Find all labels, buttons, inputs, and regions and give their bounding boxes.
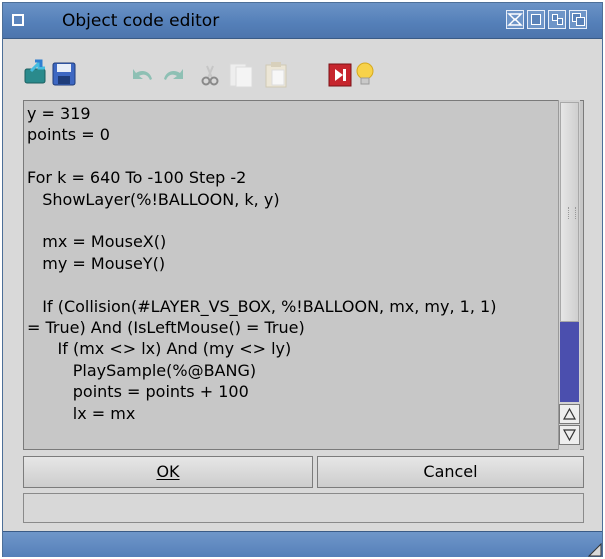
code-line[interactable]: PlaySample(%@BANG) xyxy=(27,360,565,381)
run-icon[interactable] xyxy=(328,63,352,87)
code-line[interactable]: = True) And (IsLeftMouse() = True) xyxy=(27,317,565,338)
cancel-button-label: Cancel xyxy=(423,462,478,481)
depth-icon[interactable] xyxy=(506,10,524,29)
code-line[interactable]: lx = mx xyxy=(27,403,565,424)
code-text[interactable]: y = 319 points = 0 For k = 640 To -100 St… xyxy=(27,103,565,424)
arrow-up-icon xyxy=(562,407,577,420)
cut-icon[interactable] xyxy=(198,63,222,87)
editor-window: Object code editor y = 319 points = 0 Fo… xyxy=(2,2,603,557)
vertical-scrollbar[interactable] xyxy=(558,100,580,450)
title-bar[interactable]: Object code editor xyxy=(3,3,602,39)
close-icon[interactable] xyxy=(12,14,24,26)
code-line[interactable] xyxy=(27,274,565,295)
paste-icon[interactable] xyxy=(263,61,291,89)
status-bar xyxy=(23,493,584,523)
window-bottom-border xyxy=(3,531,602,557)
scroll-thumb[interactable] xyxy=(560,102,579,322)
redo-icon[interactable] xyxy=(160,65,186,83)
code-line[interactable]: ShowLayer(%!BALLOON, k, y) xyxy=(27,189,565,210)
help-bulb-icon[interactable] xyxy=(354,61,376,89)
save-icon[interactable] xyxy=(51,61,77,87)
toolbar xyxy=(3,39,602,97)
code-line[interactable]: If (Collision(#LAYER_VS_BOX, %!BALLOON, … xyxy=(27,296,565,317)
scroll-down-button[interactable] xyxy=(559,425,580,445)
ok-button-label: OK xyxy=(156,462,180,481)
code-line[interactable]: If (mx <> lx) And (my <> ly) xyxy=(27,338,565,359)
zoom-icon[interactable] xyxy=(527,10,545,29)
cancel-button[interactable]: Cancel xyxy=(317,456,584,488)
arrow-down-icon xyxy=(562,429,577,442)
code-line[interactable] xyxy=(27,210,565,231)
copy-icon[interactable] xyxy=(227,61,255,89)
restore-icon[interactable] xyxy=(569,10,587,29)
code-line[interactable]: y = 319 xyxy=(27,103,565,124)
code-line[interactable]: points = points + 100 xyxy=(27,381,565,402)
undo-icon[interactable] xyxy=(130,65,156,83)
code-line[interactable] xyxy=(27,146,565,167)
code-line[interactable]: points = 0 xyxy=(27,124,565,145)
resize-handle-icon[interactable] xyxy=(588,543,602,557)
ok-button[interactable]: OK xyxy=(23,456,313,488)
load-icon[interactable] xyxy=(23,59,49,87)
scroll-track-highlight xyxy=(560,322,579,402)
grip-icon xyxy=(568,207,576,219)
code-line[interactable]: For k = 640 To -100 Step -2 xyxy=(27,167,565,188)
iconify-icon[interactable] xyxy=(548,10,566,29)
code-editor[interactable]: y = 319 points = 0 For k = 640 To -100 St… xyxy=(23,100,584,450)
window-title: Object code editor xyxy=(62,11,220,31)
scroll-up-button[interactable] xyxy=(559,404,580,424)
code-line[interactable]: mx = MouseX() xyxy=(27,231,565,252)
code-line[interactable]: my = MouseY() xyxy=(27,253,565,274)
